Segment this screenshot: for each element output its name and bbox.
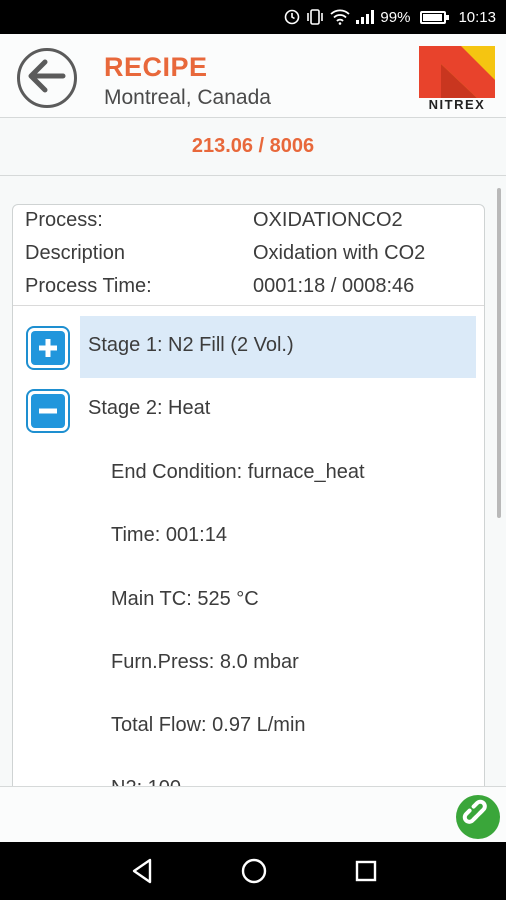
- divider: [13, 305, 484, 306]
- detail-end-condition: End Condition: furnace_heat: [111, 461, 365, 483]
- stage-2-row[interactable]: Stage 2: Heat: [13, 379, 484, 441]
- description-label: Description: [25, 242, 126, 264]
- scrollbar[interactable]: [497, 188, 501, 518]
- stage-2-collapse-button[interactable]: [26, 389, 70, 433]
- back-arrow-icon: [28, 59, 66, 98]
- stage-1-row[interactable]: Stage 1: N2 Fill (2 Vol.): [13, 316, 484, 378]
- plus-icon: [31, 331, 65, 365]
- nitrex-logo: NITREX: [419, 46, 495, 112]
- description-value: Oxidation with CO2: [253, 242, 426, 264]
- signal-icon: [356, 10, 375, 24]
- page-title: RECIPE: [104, 52, 208, 82]
- nav-home-icon[interactable]: [239, 856, 269, 886]
- detail-time: Time: 001:14: [111, 524, 227, 546]
- nav-recents-icon[interactable]: [351, 856, 381, 886]
- detail-total-flow: Total Flow: 0.97 L/min: [111, 714, 306, 736]
- minus-icon: [31, 394, 65, 428]
- link-button[interactable]: [456, 795, 500, 839]
- status-bar: 99% 10:13: [0, 0, 506, 34]
- process-time-label: Process Time:: [25, 275, 152, 297]
- recipe-card: Process: OXIDATIONCO2 Description Oxidat…: [12, 204, 485, 804]
- navigation-bar: [0, 842, 506, 900]
- link-icon: [462, 799, 494, 836]
- alarm-icon: [284, 9, 300, 25]
- process-label: Process:: [25, 209, 103, 231]
- progress-counter: 213.06 / 8006: [191, 135, 315, 157]
- stage-1-expand-button[interactable]: [26, 326, 70, 370]
- vibrate-icon: [306, 9, 324, 25]
- clock: 10:13: [458, 8, 496, 26]
- wifi-icon: [330, 9, 351, 25]
- bottom-bar: [0, 786, 506, 842]
- nav-back-icon[interactable]: [127, 856, 157, 886]
- location-subtitle: Montreal, Canada: [104, 86, 271, 109]
- process-time-value: 0001:18 / 0008:46: [253, 275, 415, 297]
- detail-main-tc: Main TC: 525 °C: [111, 588, 259, 610]
- back-button[interactable]: [17, 48, 77, 108]
- detail-furn-press: Furn.Press: 8.0 mbar: [111, 651, 299, 673]
- stage-2-label: Stage 2: Heat: [88, 397, 211, 419]
- logo-text: NITREX: [428, 97, 486, 112]
- counter-bar: 213.06 / 8006: [0, 118, 506, 176]
- stage-1-label: Stage 1: N2 Fill (2 Vol.): [88, 334, 294, 356]
- app-header: RECIPE Montreal, Canada NITREX: [0, 34, 506, 118]
- battery-percent: 99%: [380, 8, 411, 26]
- battery-icon: [416, 10, 450, 24]
- process-value: OXIDATIONCO2: [253, 209, 403, 231]
